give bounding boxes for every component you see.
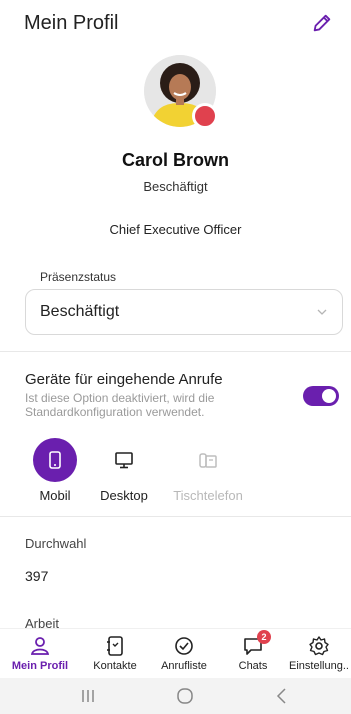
tab-contacts[interactable]: Kontakte [80,635,150,672]
presence-dropdown[interactable]: Beschäftigt [25,289,343,335]
chat-badge: 2 [257,630,271,644]
device-option-desktop[interactable]: Desktop [84,438,164,503]
tab-chats[interactable]: 2 Chats [218,630,288,672]
avatar[interactable] [144,55,218,129]
contacts-book-icon [104,635,126,657]
home-icon[interactable] [175,686,195,706]
divider [0,351,351,352]
tab-call-history[interactable]: Anrufliste [149,635,219,672]
app-header: Mein Profil [0,0,351,44]
page-title: Mein Profil [24,12,119,34]
extension-value: 397 [25,568,49,584]
pencil-icon[interactable] [311,12,333,34]
call-history-icon [173,635,195,657]
monitor-icon [102,438,146,482]
back-icon[interactable] [272,686,292,706]
system-navigation-bar [0,678,351,714]
devices-toggle[interactable] [303,386,339,406]
chevron-down-icon [317,309,327,315]
tab-label: Kontakte [93,660,137,672]
extension-label: Durchwahl [25,536,87,551]
mobile-phone-icon [33,438,77,482]
tab-label: Mein Profil [11,660,69,672]
toggle-knob [322,389,336,403]
profile-status: Beschäftigt [143,179,208,194]
recent-apps-icon[interactable] [78,686,98,706]
device-option-deskphone[interactable]: Tischtelefon [168,438,248,503]
tab-label: Chats [238,660,268,672]
tab-my-profile[interactable]: Mein Profil [5,635,75,672]
presence-status-dot [192,103,218,129]
tab-label: Anrufliste [161,660,207,672]
tab-settings[interactable]: Einstellung.. [284,635,351,672]
device-label: Tischtelefon [173,488,243,503]
tab-label: Einstellung.. [289,660,349,672]
presence-value: Beschäftigt [40,303,120,320]
devices-title: Geräte für eingehende Anrufe [25,371,223,388]
desk-phone-icon [186,438,230,482]
device-label: Mobil [39,488,71,503]
chat-icon: 2 [242,630,271,657]
devices-subtitle: Ist diese Option deaktiviert, wird die S… [25,391,215,419]
presence-label: Präsenzstatus [40,270,117,284]
user-icon [29,635,51,657]
bottom-tab-bar: Mein Profil Kontakte Anrufliste 2 Chats … [0,628,351,678]
job-title: Chief Executive Officer [109,222,242,237]
gear-icon [308,635,330,657]
divider [0,516,351,517]
device-option-mobile[interactable]: Mobil [15,438,95,503]
device-label: Desktop [100,488,148,503]
profile-name: Carol Brown [121,150,229,170]
